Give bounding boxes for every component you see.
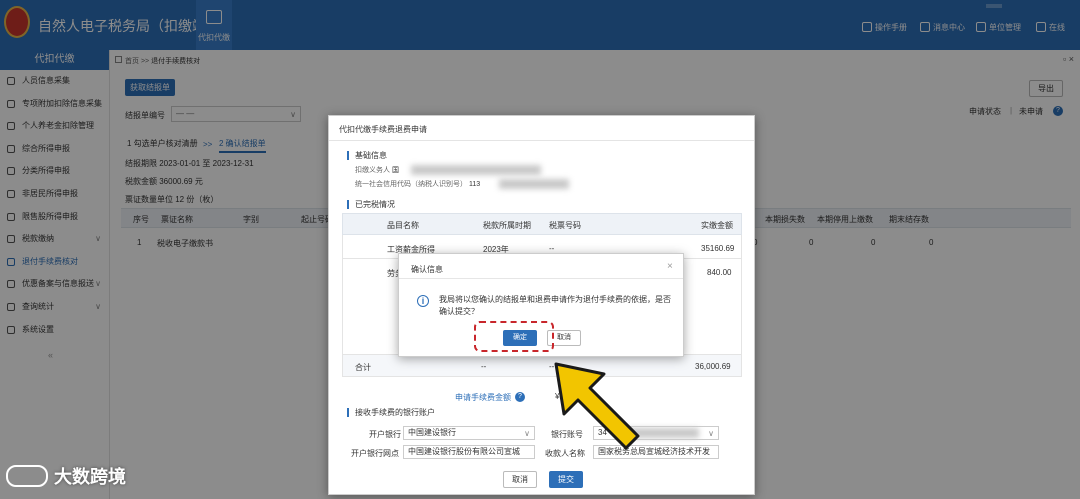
col-period: 税款所属时期 [483,221,531,230]
withholder-row: 扣缴义务人 国 [355,167,399,174]
branch-select[interactable]: 中国建设银行股份有限公司宣城 [403,445,535,459]
watermark-logo-icon [6,465,48,487]
branch-label: 开户银行网点 [351,449,399,458]
dialog-cancel-button[interactable]: 取消 [503,471,537,488]
info-icon: i [417,295,429,307]
bank-select[interactable]: 中国建设银行 ∨ [403,426,535,440]
redacted-name [411,165,541,175]
col-ticket: 税票号码 [549,221,581,230]
highlight-box [474,321,554,352]
confirm-title: 确认信息 [411,265,443,274]
dialog-submit-button[interactable]: 提交 [549,471,583,488]
bank-label: 开户银行 [369,430,401,439]
section-basic-info: 基础信息 [347,151,387,160]
dialog-title: 代扣代缴手续费退费申请 [339,125,427,134]
chevron-down-icon: ∨ [524,429,530,438]
help-icon[interactable]: ? [515,392,525,402]
section-bank-account: 接收手续费的银行账户 [347,408,435,417]
redacted-code [499,179,569,189]
credit-code-row: 统一社会信用代码（纳税人识别号） 113 [355,181,481,188]
chevron-down-icon: ∨ [708,429,714,438]
watermark: 大数跨境 [6,463,126,489]
col-amount: 实缴金额 [701,221,733,230]
fee-amount-label: 申请手续费金额 [455,393,511,402]
col-item: 品目名称 [387,221,419,230]
close-icon[interactable]: × [667,261,673,272]
total-amount: 36,000.69 [695,362,731,371]
confirm-message: 我局将以您确认的结报单和退费申请作为退付手续费的依据，是否确认提交？ [439,295,671,316]
pointer-arrow-icon [554,362,640,450]
section-paid-tax: 已完税情况 [347,200,395,209]
total-label: 合计 [355,363,371,372]
